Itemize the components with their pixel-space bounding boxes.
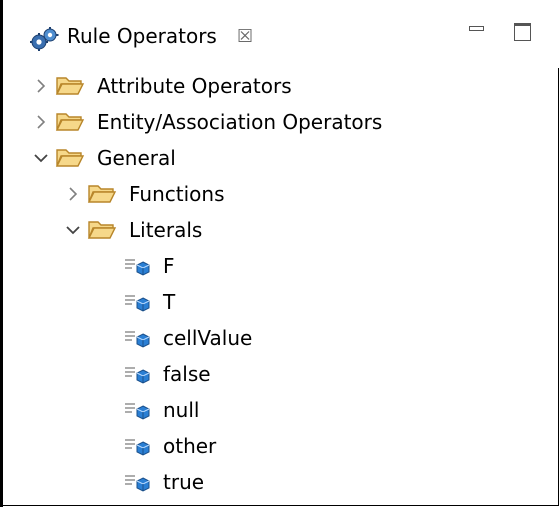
tree-item-cellvalue[interactable]: cellValue <box>3 320 559 356</box>
tree-item-label: Entity/Association Operators <box>97 110 383 134</box>
tree-item-label: cellValue <box>163 326 253 350</box>
tree-item-t[interactable]: T <box>3 284 559 320</box>
literal-icon <box>123 328 153 350</box>
tree-item-label: Literals <box>129 218 203 242</box>
folder-icon <box>55 74 85 98</box>
tree-item-entity-association-operators[interactable]: Entity/Association Operators <box>3 104 559 140</box>
tree-item-attribute-operators[interactable]: Attribute Operators <box>3 68 559 104</box>
chevron-right-icon[interactable] <box>31 76 51 96</box>
tree-item-false[interactable]: false <box>3 356 559 392</box>
rule-operators-icon <box>29 26 61 52</box>
tab-rule-operators[interactable]: Rule Operators ☒ <box>9 4 269 64</box>
view-tab-bar: Rule Operators ☒ <box>3 0 559 68</box>
tree-item-label: T <box>163 290 176 314</box>
tree-item-label: null <box>163 398 200 422</box>
tree-item-label: true <box>163 470 205 494</box>
tree-item-functions[interactable]: Functions <box>3 176 559 212</box>
folder-icon <box>55 146 85 170</box>
tree-item-null[interactable]: null <box>3 392 559 428</box>
tree-item-label: false <box>163 362 211 386</box>
folder-icon <box>55 110 85 134</box>
tree-item-literals[interactable]: Literals <box>3 212 559 248</box>
folder-icon <box>87 182 117 206</box>
tab-title: Rule Operators <box>67 24 217 48</box>
chevron-down-icon[interactable] <box>31 148 51 168</box>
literal-icon <box>123 292 153 314</box>
tree-item-other[interactable]: other <box>3 428 559 464</box>
chevron-right-icon[interactable] <box>63 184 83 204</box>
tree-item-label: Attribute Operators <box>97 74 292 98</box>
tree-item-f[interactable]: F <box>3 248 559 284</box>
literal-icon <box>123 400 153 422</box>
chevron-right-icon[interactable] <box>31 112 51 132</box>
tree-item-label: General <box>97 146 176 170</box>
minimize-button[interactable] <box>467 20 489 42</box>
folder-icon <box>87 218 117 242</box>
literal-icon <box>123 472 153 494</box>
tree-item-general[interactable]: General <box>3 140 559 176</box>
literal-icon <box>123 436 153 458</box>
tree-item-true[interactable]: true <box>3 464 559 500</box>
literal-icon <box>123 256 153 278</box>
tree-item-label: F <box>163 254 175 278</box>
literal-icon <box>123 364 153 386</box>
close-icon[interactable]: ☒ <box>237 26 253 47</box>
maximize-button[interactable] <box>512 20 534 42</box>
chevron-down-icon[interactable] <box>63 220 83 240</box>
tree-item-label: Functions <box>129 182 225 206</box>
tree-item-label: other <box>163 434 217 458</box>
